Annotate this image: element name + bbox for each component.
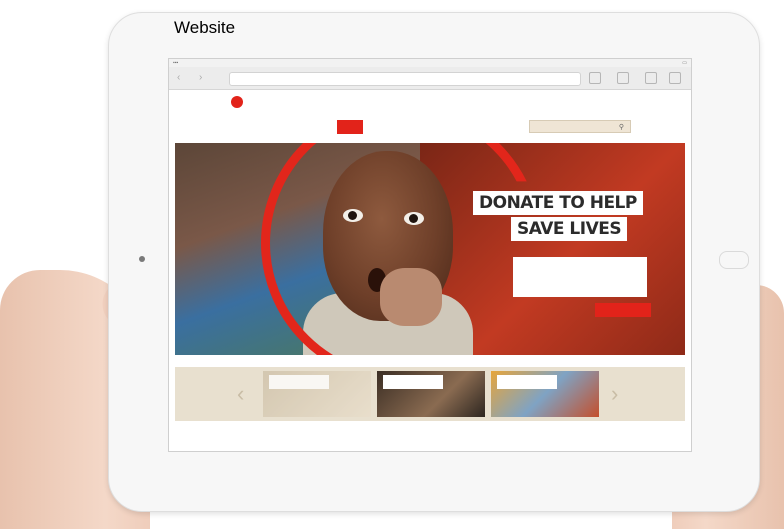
chevron-left-icon[interactable]: ‹: [237, 381, 244, 407]
feature-carousel: ‹ ›: [175, 367, 685, 421]
caption-title: Website: [174, 18, 236, 37]
nav-item-donate[interactable]: [336, 120, 363, 134]
home-button[interactable]: [719, 251, 749, 269]
hero-banner[interactable]: DONATE TO HELP SAVE LIVES: [175, 143, 685, 355]
nav-item-2[interactable]: [255, 120, 277, 134]
reader-icon[interactable]: [589, 72, 601, 84]
site-header: ⚲: [169, 90, 691, 138]
carousel-card-2-caption: [383, 375, 443, 389]
status-bar: ▪▪▪ ▭: [169, 59, 691, 67]
search-input[interactable]: ⚲: [529, 120, 631, 133]
tabs-icon[interactable]: [669, 72, 681, 84]
carousel-card-3-caption: [497, 375, 557, 389]
back-icon[interactable]: ‹: [177, 72, 180, 83]
browser-toolbar: ‹ ›: [169, 67, 691, 90]
hero-headline-line2: SAVE LIVES: [511, 217, 628, 241]
logo-icon[interactable]: [231, 96, 243, 108]
share-icon[interactable]: [617, 72, 629, 84]
nav-item-1[interactable]: [225, 120, 251, 134]
battery-icon: ▭: [682, 60, 687, 66]
forward-icon[interactable]: ›: [199, 72, 202, 83]
chevron-right-icon[interactable]: ›: [611, 381, 618, 407]
hero-headline-line1: DONATE TO HELP: [473, 191, 643, 215]
address-bar[interactable]: [229, 72, 581, 86]
nav-item-4[interactable]: [313, 120, 333, 134]
carousel-card-1[interactable]: [263, 371, 371, 417]
hero-donate-button[interactable]: [595, 303, 651, 317]
signal-icon: ▪▪▪: [173, 60, 179, 66]
magnifier-icon[interactable]: ⚲: [619, 121, 624, 134]
camera-icon: [139, 256, 145, 262]
carousel-card-1-caption: [269, 375, 329, 389]
main-nav: [225, 120, 363, 134]
bookmark-icon[interactable]: [645, 72, 657, 84]
carousel-card-3[interactable]: [491, 371, 599, 417]
tablet-screen: ▪▪▪ ▭ ‹ › ⚲ DONATE TO HELP SAVE LIVES ‹ …: [168, 58, 692, 452]
nav-item-3[interactable]: [280, 120, 309, 134]
hero-body-text: [513, 257, 647, 297]
carousel-card-2[interactable]: [377, 371, 485, 417]
